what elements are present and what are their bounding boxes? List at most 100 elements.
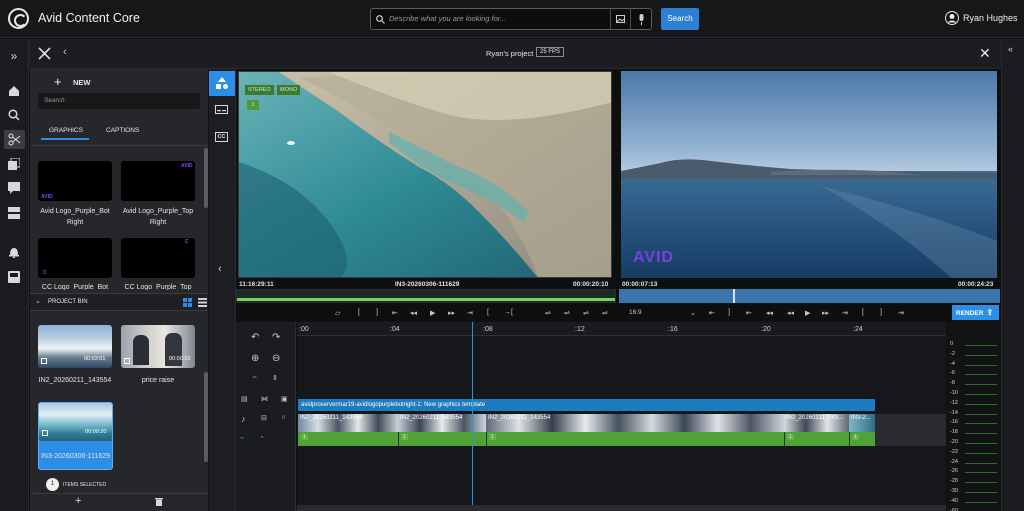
collapse-tracks-icon[interactable]: ⇕: [272, 374, 278, 382]
meter-tick: [965, 364, 997, 366]
media-icon[interactable]: [8, 158, 20, 170]
trim-icon[interactable]: ⊟: [261, 414, 267, 422]
fast-forward-icon[interactable]: ▸▸: [448, 309, 455, 317]
cc-tab[interactable]: CC: [215, 132, 228, 142]
timeline-playhead[interactable]: [472, 322, 473, 506]
go-start-icon[interactable]: ⇤: [392, 309, 398, 317]
magnet-icon[interactable]: ∩: [281, 414, 286, 421]
rec-rewind-icon[interactable]: ◂◂: [766, 309, 773, 317]
mark-icon[interactable]: ▱: [335, 309, 340, 317]
film-icon: [42, 430, 48, 436]
caption-track-icon[interactable]: ▤: [241, 395, 248, 403]
search-nav-icon[interactable]: [8, 109, 20, 121]
rec-step-back-icon[interactable]: ⇤: [746, 309, 752, 317]
zoom-in-icon[interactable]: ⊕: [251, 353, 259, 364]
bin-thumbnail[interactable]: 00:03:01: [38, 325, 112, 368]
image-search-icon[interactable]: [616, 15, 625, 23]
record-viewer[interactable]: AVID: [621, 71, 997, 278]
bin-thumbnail[interactable]: 00:00:10: [121, 325, 195, 368]
expand-icon[interactable]: »: [6, 48, 22, 64]
library-scrollbar[interactable]: [204, 148, 208, 208]
rec-rewind-icon[interactable]: ◂◂: [787, 309, 794, 317]
library-search-input[interactable]: Search: [38, 93, 200, 109]
video-clip[interactable]: IN2_20260211_143... 1: [784, 414, 849, 446]
search-button[interactable]: Search: [661, 8, 699, 30]
storage-icon[interactable]: [8, 207, 20, 219]
audio-waveform-icon[interactable]: ⌁: [240, 434, 244, 442]
graphics-clip[interactable]: avidproservermar19-avidlogopurplebotrigh…: [298, 399, 875, 411]
rec-play-icon[interactable]: ▶: [805, 309, 810, 317]
collapse-panel-icon[interactable]: ‹: [63, 46, 67, 58]
source-viewer[interactable]: STEREO MONO 1: [238, 71, 612, 278]
go-to-out-icon[interactable]: →[: [504, 309, 513, 316]
rec-mark-in-icon[interactable]: ]: [728, 309, 730, 316]
close-icon[interactable]: ✕: [979, 45, 991, 62]
image-icon[interactable]: ▣: [281, 395, 288, 403]
expand-tracks-icon[interactable]: ⇔: [251, 374, 258, 381]
record-scrub-bar[interactable]: [619, 289, 1000, 303]
play-icon[interactable]: ▶: [430, 309, 435, 317]
selected-count-badge: 1: [46, 478, 59, 491]
bin-scrollbar[interactable]: [204, 372, 208, 462]
new-button[interactable]: NEW: [73, 78, 91, 87]
record-playhead[interactable]: [732, 289, 735, 303]
mark-in-icon[interactable]: [: [358, 309, 360, 316]
lift-icon[interactable]: ⋈: [261, 395, 268, 403]
mark-out-icon[interactable]: ]: [376, 309, 378, 316]
chevron-down-icon[interactable]: ⌄: [35, 297, 41, 305]
tools-icon[interactable]: [38, 47, 51, 60]
user-name[interactable]: Ryan Hughes: [963, 13, 1018, 23]
source-scrub-bar[interactable]: [236, 289, 616, 303]
go-to-in-icon[interactable]: [: [487, 309, 489, 316]
tab-graphics[interactable]: GRAPHICS: [49, 127, 83, 134]
inbox-icon[interactable]: [8, 271, 20, 283]
trash-icon[interactable]: [155, 497, 163, 506]
tab-captions[interactable]: CAPTIONS: [106, 127, 139, 134]
fx-icon[interactable]: ▪: [261, 434, 263, 441]
subtitles-icon[interactable]: [215, 105, 228, 114]
plus-icon[interactable]: +: [54, 74, 62, 89]
zoom-out-icon[interactable]: ⊖: [272, 353, 280, 364]
chevron-down-icon[interactable]: ⌄: [690, 309, 696, 317]
app-logo-icon[interactable]: [8, 8, 29, 29]
fit-icon[interactable]: ⇌: [602, 309, 608, 317]
rec-go-end-icon[interactable]: ⇥: [842, 309, 848, 317]
video-clip[interactable]: IN2_20260211_143554 1: [298, 414, 398, 446]
rewind-icon[interactable]: ◂◂: [410, 309, 417, 317]
redo-icon[interactable]: ↷: [272, 332, 280, 343]
grid-view-icon[interactable]: [183, 298, 192, 307]
list-view-icon[interactable]: [198, 298, 207, 307]
bell-icon[interactable]: [8, 246, 20, 258]
rec-mark-out-icon[interactable]: ]: [880, 309, 882, 316]
add-icon[interactable]: +: [75, 495, 81, 507]
rec-mark-in-icon[interactable]: [: [862, 309, 864, 316]
rec-go-out-icon[interactable]: ⇥: [898, 309, 904, 317]
rec-fast-forward-icon[interactable]: ▸▸: [822, 309, 829, 317]
microphone-icon[interactable]: [638, 14, 645, 25]
mic-icon[interactable]: ♪: [241, 414, 246, 424]
timeline-scrollbar[interactable]: [297, 505, 946, 511]
graphic-tile[interactable]: AVID: [121, 161, 195, 201]
bin-thumbnail: 00:00:20: [39, 403, 112, 441]
graphic-tile[interactable]: AVID: [38, 161, 112, 201]
comments-icon[interactable]: [8, 182, 20, 194]
render-button[interactable]: RENDER ⇪: [952, 305, 999, 320]
meter-label: -40: [950, 497, 958, 504]
rec-go-start-icon[interactable]: ⇤: [709, 309, 715, 317]
collapse-left-icon[interactable]: ‹: [218, 263, 222, 275]
replace-icon[interactable]: ⇌: [583, 309, 589, 317]
graphic-tile[interactable]: C: [121, 238, 195, 278]
home-icon[interactable]: [8, 85, 20, 97]
expand-right-icon[interactable]: «: [1008, 44, 1013, 54]
aspect-ratio[interactable]: 16:9: [629, 309, 642, 316]
graphic-tile[interactable]: C: [38, 238, 112, 278]
source-timecode-out: 00:00:20:10: [573, 281, 609, 288]
go-end-icon[interactable]: ⇥: [467, 309, 473, 317]
user-avatar-icon[interactable]: [945, 11, 959, 25]
video-clip[interactable]: IN2_20260211_143554 1: [486, 414, 784, 446]
video-clip[interactable]: IN3-2... 1: [849, 414, 875, 446]
overwrite-icon[interactable]: ⇌: [564, 309, 570, 317]
search-input[interactable]: Describe what you are looking for...: [370, 8, 652, 30]
undo-icon[interactable]: ↶: [251, 332, 259, 343]
splice-in-icon[interactable]: ⇌: [545, 309, 551, 317]
